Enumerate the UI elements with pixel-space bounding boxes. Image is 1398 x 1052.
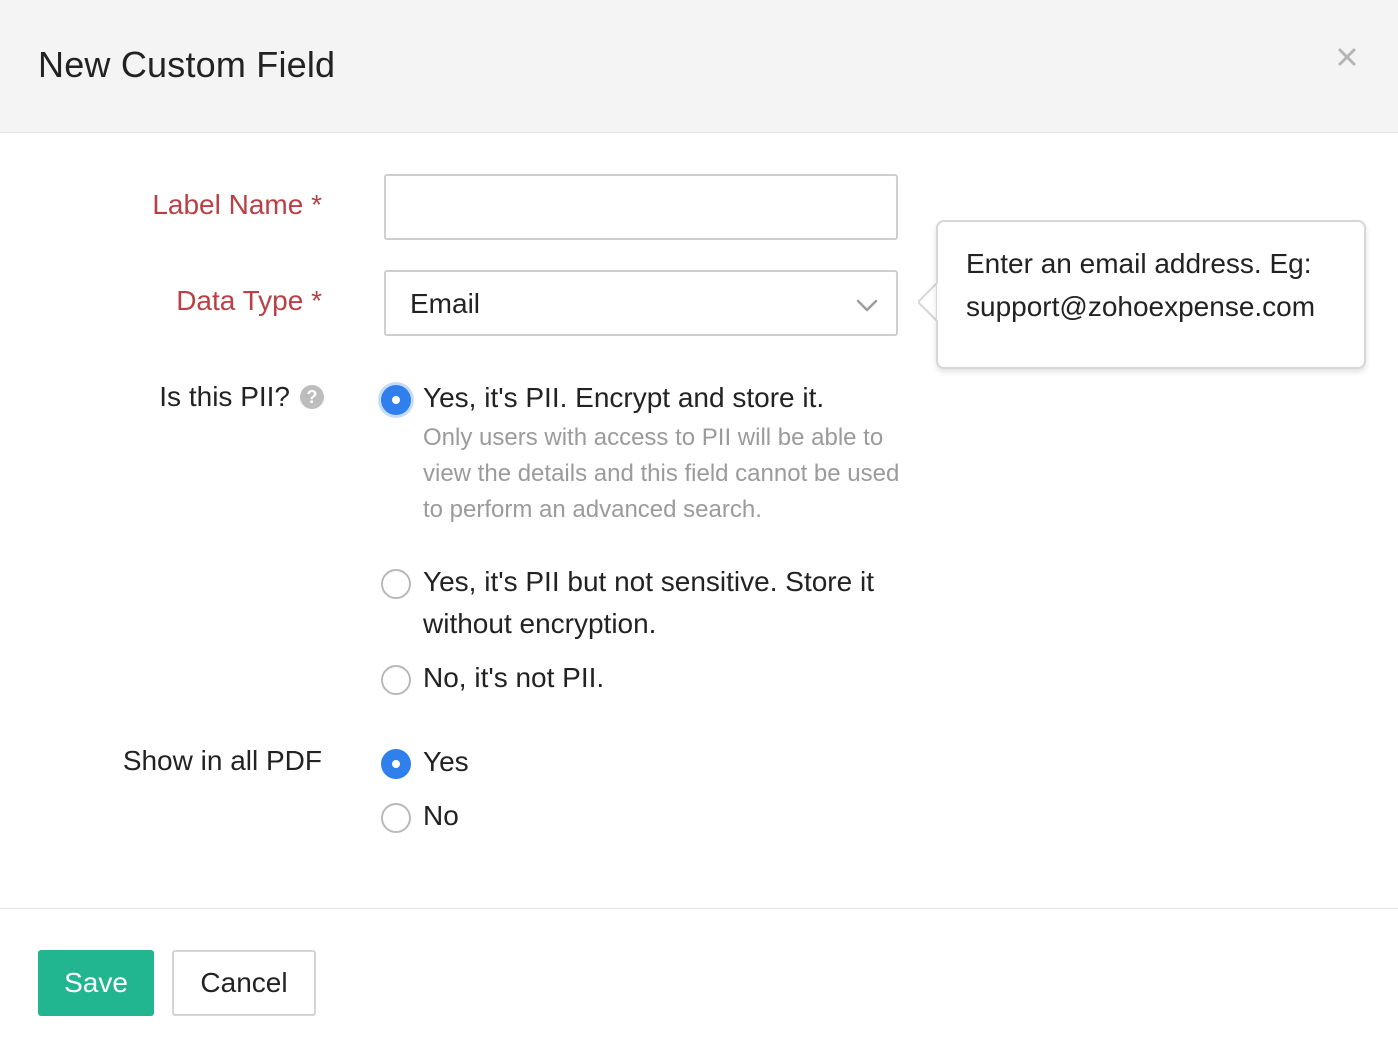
pii-option-not-pii-radio[interactable]: [381, 665, 411, 695]
pii-option-no-encrypt-label-line1[interactable]: Yes, it's PII but not sensitive. Store i…: [423, 561, 874, 603]
save-button[interactable]: Save: [38, 950, 154, 1016]
new-custom-field-dialog: New Custom Field Label Name * Data Type …: [0, 0, 1398, 1052]
dialog-header: New Custom Field: [0, 0, 1398, 133]
tooltip-line-1: Enter an email address. Eg:: [966, 248, 1312, 279]
show-in-pdf-no-label[interactable]: No: [423, 795, 459, 837]
data-type-select[interactable]: Email: [384, 270, 898, 336]
pii-option-no-encrypt-label-line2[interactable]: without encryption.: [423, 603, 656, 645]
show-in-pdf-yes-radio[interactable]: [381, 749, 411, 779]
show-in-pdf-no-radio[interactable]: [381, 803, 411, 833]
dialog-title: New Custom Field: [38, 44, 336, 85]
footer-divider: [0, 908, 1398, 909]
label-name-input[interactable]: [384, 174, 898, 240]
question-circle-icon[interactable]: ?: [300, 385, 324, 409]
tooltip-line-2: support@zohoexpense.com: [966, 291, 1316, 322]
pii-option-not-pii-label[interactable]: No, it's not PII.: [423, 657, 604, 699]
show-in-pdf-yes-label[interactable]: Yes: [423, 741, 469, 783]
pii-option-no-encrypt-radio[interactable]: [381, 569, 411, 599]
show-in-pdf-label: Show in all PDF: [122, 745, 322, 776]
pii-option-encrypt-label[interactable]: Yes, it's PII. Encrypt and store it.: [423, 377, 824, 419]
email-hint-tooltip: Enter an email address. Eg: support@zoho…: [936, 220, 1366, 369]
data-type-label: Data Type *: [176, 285, 322, 316]
close-icon[interactable]: [1330, 40, 1364, 74]
pii-label: Is this PII?: [159, 381, 290, 412]
tooltip-arrow-join: [937, 284, 941, 320]
data-type-selected-value: Email: [410, 288, 481, 319]
pii-option-encrypt-radio[interactable]: [381, 385, 411, 415]
pii-option-encrypt-help: Only users with access to PII will be ab…: [423, 424, 900, 523]
cancel-button[interactable]: Cancel: [172, 950, 316, 1016]
label-name-label: Label Name *: [152, 189, 322, 220]
chevron-down-icon: [856, 299, 878, 312]
